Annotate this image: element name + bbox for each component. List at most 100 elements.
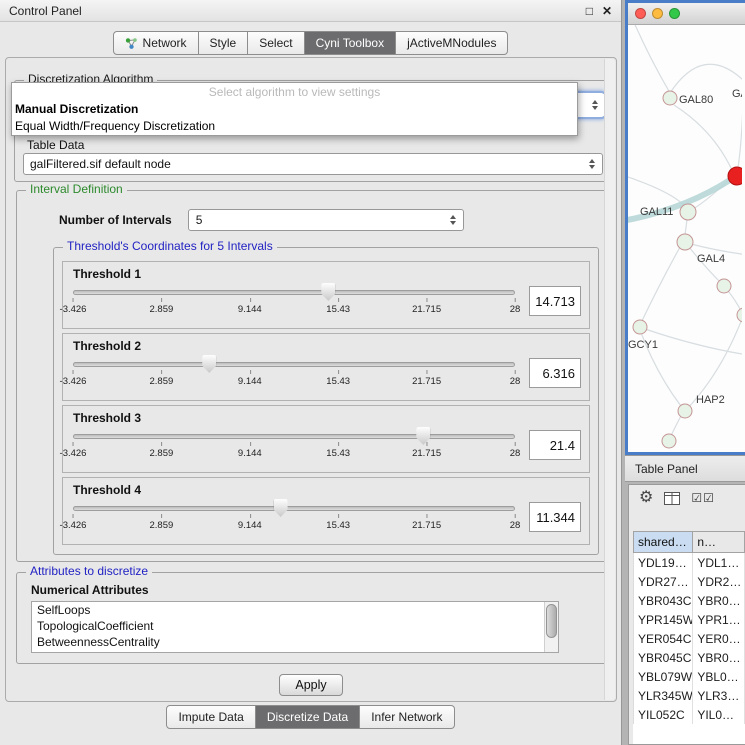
threshold-2-value-input[interactable] — [529, 358, 581, 388]
table-row[interactable]: YER054C YER0… — [633, 629, 745, 648]
bottom-tabbar: Impute Data Discretize Data Infer Networ… — [0, 705, 621, 729]
slider-track[interactable] — [73, 506, 515, 511]
network-nodes — [633, 91, 742, 448]
cell-name: YBL0… — [693, 667, 745, 686]
node-gcy1[interactable] — [633, 320, 647, 334]
zoom-traffic-light-icon[interactable] — [669, 8, 680, 19]
node-label-gal11: GAL11 — [640, 206, 673, 218]
combo-spinner-icon[interactable] — [589, 159, 595, 169]
node-gal4[interactable] — [677, 234, 693, 250]
slider-track[interactable] — [73, 362, 515, 367]
slider-track[interactable] — [73, 434, 515, 439]
spinner-down-icon — [450, 221, 456, 225]
table-data-combobox[interactable]: galFiltered.sif default node — [23, 153, 603, 175]
tick-label: 28 — [510, 376, 521, 387]
cell-shared-name: YBL079W — [633, 667, 693, 686]
node-gal80[interactable] — [663, 91, 677, 105]
node-table: shared… n… YDL19… YDL1… YDR27… YDR2… YBR… — [633, 531, 745, 744]
tick-label: 2.859 — [150, 448, 174, 459]
tab-infer-network[interactable]: Infer Network — [360, 705, 454, 729]
spinner-up-icon — [450, 215, 456, 219]
control-panel-title: Control Panel — [9, 4, 577, 18]
combo-spinner-icon[interactable] — [592, 100, 598, 110]
table-row[interactable]: YBR043C YBR0… — [633, 591, 745, 610]
table-row[interactable]: YBL079W YBL0… — [633, 667, 745, 686]
tab-cyni-toolbox[interactable]: Cyni Toolbox — [305, 31, 396, 55]
cell-shared-name: YER054C — [633, 629, 693, 648]
column-header-shared-name[interactable]: shared… — [633, 531, 693, 553]
number-of-intervals-row: Number of Intervals 5 — [59, 209, 464, 231]
cyni-toolbox-panel: Discretization Algorithm Table Data galF… — [5, 57, 617, 702]
slider-handle[interactable] — [416, 427, 430, 445]
table-row[interactable]: YLR345W YLR3… — [633, 686, 745, 705]
spinner-up-icon — [589, 159, 595, 163]
tab-style[interactable]: Style — [199, 31, 249, 55]
float-window-icon[interactable]: □ — [586, 4, 593, 18]
tab-label: Discretize Data — [267, 710, 348, 724]
slider-handle[interactable] — [274, 499, 288, 517]
tick-label: 15.43 — [326, 448, 350, 459]
table-row[interactable]: YBR045C YBR0… — [633, 648, 745, 667]
node-label-gal4: GAL4 — [697, 253, 725, 265]
tick-label: -3.426 — [60, 304, 87, 315]
spinner-down-icon — [592, 106, 598, 110]
dropdown-option-manual[interactable]: Manual Discretization — [12, 101, 577, 118]
combo-spinner-icon[interactable] — [450, 215, 456, 225]
dropdown-option-equal-width[interactable]: Equal Width/Frequency Discretization — [12, 118, 577, 135]
cell-name: YER0… — [693, 629, 745, 648]
panel-scrollbar[interactable] — [604, 59, 615, 700]
cell-shared-name: YBR045C — [633, 648, 693, 667]
network-icon — [125, 37, 138, 50]
tab-impute-data[interactable]: Impute Data — [166, 705, 255, 729]
show-columns-checkboxes-icon[interactable]: ☑☑ — [691, 491, 715, 505]
table-row[interactable]: YPR145W YPR1… — [633, 610, 745, 629]
list-item[interactable]: BetweennessCentrality — [32, 634, 558, 650]
close-window-icon[interactable]: ✕ — [602, 4, 612, 18]
threshold-label: Threshold 1 — [71, 265, 581, 281]
node[interactable] — [717, 279, 731, 293]
threshold-1-slider[interactable]: -3.426 2.859 9.144 15.43 21.715 28 — [71, 281, 517, 321]
gear-icon[interactable]: ⚙ — [639, 490, 653, 506]
tab-network[interactable]: Network — [113, 31, 199, 55]
apply-button[interactable]: Apply — [279, 674, 343, 696]
dropdown-option-placeholder[interactable]: Select algorithm to view settings — [12, 83, 577, 101]
node-hap2[interactable] — [678, 404, 692, 418]
table-toolbar: ⚙ ☑☑ — [629, 485, 745, 510]
tab-discretize-data[interactable]: Discretize Data — [256, 705, 360, 729]
slider-handle[interactable] — [202, 355, 216, 373]
list-scrollbar[interactable] — [544, 602, 558, 652]
threshold-3-value-input[interactable] — [529, 430, 581, 460]
number-of-intervals-combobox[interactable]: 5 — [188, 209, 464, 231]
list-item[interactable]: SelfLoops — [32, 602, 558, 618]
network-canvas[interactable]: GAL80 GA GAL11 GAL4 GCY1 HAP2 — [628, 25, 742, 452]
threshold-4-value-input[interactable] — [529, 502, 581, 532]
group-legend: Threshold's Coordinates for 5 Intervals — [63, 239, 277, 253]
slider-handle[interactable] — [321, 283, 335, 301]
network-window-titlebar — [628, 3, 745, 25]
table-row[interactable]: YDL19… YDL1… — [633, 553, 745, 572]
minimize-traffic-light-icon[interactable] — [652, 8, 663, 19]
control-panel-titlebar: Control Panel □ ✕ — [0, 0, 621, 22]
cell-name: YPR1… — [693, 610, 745, 629]
list-item[interactable]: TopologicalCoefficient — [32, 618, 558, 634]
node-label-hap2: HAP2 — [696, 394, 725, 406]
threshold-2-slider[interactable]: -3.426 2.859 9.144 15.43 21.715 28 — [71, 353, 517, 393]
threshold-3-slider[interactable]: -3.426 2.859 9.144 15.43 21.715 28 — [71, 425, 517, 465]
node[interactable] — [662, 434, 676, 448]
node[interactable] — [737, 308, 742, 322]
node-gal11[interactable] — [680, 204, 696, 220]
group-legend: Attributes to discretize — [26, 564, 152, 578]
threshold-4-slider[interactable]: -3.426 2.859 9.144 15.43 21.715 28 — [71, 497, 517, 537]
scrollbar-thumb[interactable] — [546, 604, 557, 638]
threshold-1-value-input[interactable] — [529, 286, 581, 316]
selected-node[interactable] — [728, 167, 742, 185]
column-selector-icon[interactable] — [664, 492, 680, 505]
tab-jactivemnodules[interactable]: jActiveMNodules — [396, 31, 508, 55]
cell-shared-name: YIL052C — [633, 705, 693, 724]
table-row[interactable]: YIL052C YIL0… — [633, 705, 745, 724]
tab-select[interactable]: Select — [248, 31, 304, 55]
table-row[interactable]: YDR27… YDR2… — [633, 572, 745, 591]
slider-track[interactable] — [73, 290, 515, 295]
close-traffic-light-icon[interactable] — [635, 8, 646, 19]
column-header-name[interactable]: n… — [693, 531, 745, 553]
